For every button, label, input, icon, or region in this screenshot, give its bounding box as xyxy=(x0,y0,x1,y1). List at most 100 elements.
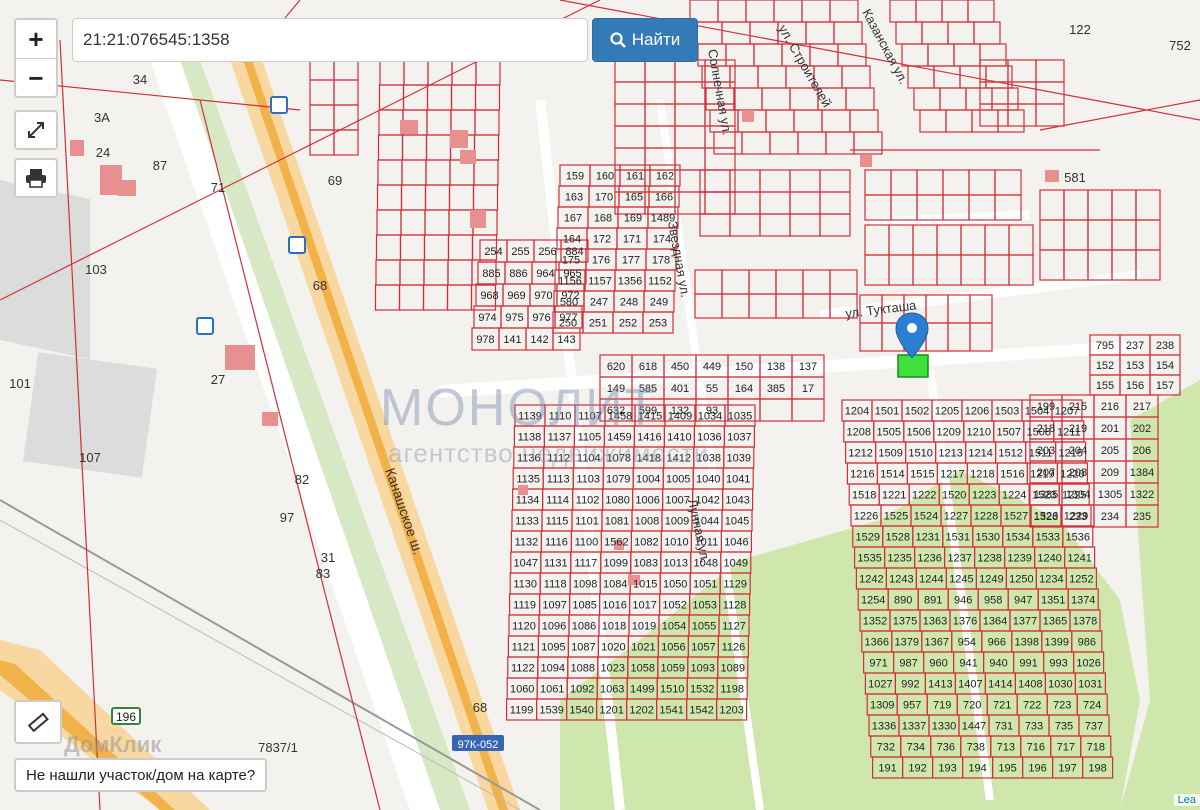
parcel-number: 192 xyxy=(908,763,926,775)
parcel-number: 1139 xyxy=(518,411,542,423)
parcel-number: 1351 xyxy=(1041,595,1065,607)
parcel-number: 247 xyxy=(590,297,608,309)
parcel-number: 1060 xyxy=(510,684,534,696)
parcel-number: 1516 xyxy=(1000,469,1024,481)
parcel-number: 1055 xyxy=(692,621,716,633)
parcel-number: 1510 xyxy=(908,448,932,460)
parcel-number: 1105 xyxy=(578,432,602,444)
parcel-number: 1035 xyxy=(728,411,752,423)
parcel-number: 1017 xyxy=(632,600,656,612)
parcel-number: 204 xyxy=(1069,445,1087,457)
parcel-number: 721 xyxy=(993,700,1011,712)
parcel-number: 1524 xyxy=(914,511,938,523)
parcel-number: 632 xyxy=(607,405,625,417)
parcel-number: 974 xyxy=(478,312,496,324)
parcel-number: 249 xyxy=(650,297,668,309)
parcel-number: 1352 xyxy=(863,616,887,628)
ruler-icon xyxy=(27,712,49,733)
parcel-number: 1227 xyxy=(944,511,968,523)
parcel-number: 1095 xyxy=(541,642,565,654)
parcel-number: 207 xyxy=(1037,467,1055,479)
parcel-number: 1507 xyxy=(997,427,1021,439)
parcel-number: 1323 xyxy=(1034,511,1058,523)
parcel-number: 1102 xyxy=(576,495,600,507)
parcel-number: 1008 xyxy=(635,516,659,528)
parcel-number: 161 xyxy=(626,171,644,183)
parcel-number: 237 xyxy=(1126,340,1144,352)
label-69: 69 xyxy=(328,173,342,188)
parcel-number: 1304 xyxy=(1066,489,1090,501)
parcel-number: 1228 xyxy=(974,511,998,523)
parcel-number: 201 xyxy=(1101,423,1119,435)
parcel-number: 176 xyxy=(592,255,610,267)
parcel-number: 152 xyxy=(1096,360,1114,372)
parcel-number: 969 xyxy=(507,290,525,302)
parcel-number: 1410 xyxy=(667,432,691,444)
parcel-number: 167 xyxy=(564,213,582,225)
parcel-number: 155 xyxy=(1096,380,1114,392)
parcel-number: 218 xyxy=(1037,423,1055,435)
print-button[interactable] xyxy=(14,158,58,198)
parcel-number: 150 xyxy=(735,361,753,373)
cadastral-search-input[interactable] xyxy=(72,18,588,62)
parcel-number: 734 xyxy=(907,742,925,754)
find-button[interactable]: Найти xyxy=(592,18,698,62)
parcel-number: 946 xyxy=(954,595,972,607)
map[interactable]: 196 97К-052 Канашское ш. ул. Тукташа ул.… xyxy=(0,0,1200,810)
parcel-number: 599 xyxy=(639,405,657,417)
parcel-number: 1100 xyxy=(575,537,599,549)
parcel-number: 450 xyxy=(671,361,689,373)
not-found-link[interactable]: Не нашли участок/дом на карте? xyxy=(14,758,268,792)
parcel-number: 1528 xyxy=(886,532,910,544)
parcel-number: 1047 xyxy=(514,558,538,570)
parcel-number: 1199 xyxy=(510,705,534,717)
parcel-number: 1009 xyxy=(665,516,689,528)
selected-parcel[interactable] xyxy=(897,354,929,378)
label-3a: 3А xyxy=(94,110,110,125)
parcel-number: 1506 xyxy=(907,427,931,439)
parcel-number: 1529 xyxy=(856,532,880,544)
parcel-number: 253 xyxy=(649,318,667,330)
parcel-number: 1218 xyxy=(970,469,994,481)
label-97: 97 xyxy=(280,510,294,525)
parcel-number: 1019 xyxy=(632,621,656,633)
parcel-number: 1120 xyxy=(512,621,536,633)
parcel-number: 1356 xyxy=(618,276,642,288)
parcel-number: 1502 xyxy=(905,406,929,418)
parcel-number: 1245 xyxy=(949,574,973,586)
parcel-number: 1562 xyxy=(604,537,628,549)
parcel-number: 1514 xyxy=(880,469,904,481)
parcel-number: 194 xyxy=(968,763,986,775)
zoom-in-button[interactable]: + xyxy=(16,20,56,59)
parcel-number: 1533 xyxy=(1036,532,1060,544)
parcel-number: 972 xyxy=(561,290,579,302)
parcel-number: 960 xyxy=(929,658,947,670)
parcel-number: 1085 xyxy=(572,600,596,612)
parcel-number: 1254 xyxy=(861,595,885,607)
parcel-number: 720 xyxy=(963,700,981,712)
parcel-number: 957 xyxy=(903,700,921,712)
expand-icon xyxy=(28,122,44,138)
zoom-out-button[interactable]: − xyxy=(16,59,56,97)
parcel-number: 1459 xyxy=(607,432,631,444)
fullscreen-button[interactable] xyxy=(14,110,58,150)
parcel-number: 153 xyxy=(1126,360,1144,372)
parcel-number: 733 xyxy=(1025,721,1043,733)
parcel-number: 1535 xyxy=(857,553,881,565)
parcel-number: 1059 xyxy=(661,663,685,675)
parcel-number: 987 xyxy=(899,658,917,670)
parcel-number: 255 xyxy=(511,246,529,258)
parcel-number: 1006 xyxy=(635,495,659,507)
attribution[interactable]: Lea xyxy=(1173,794,1200,806)
parcel-number: 940 xyxy=(989,658,1007,670)
parcel-number: 886 xyxy=(509,268,527,280)
measure-button[interactable] xyxy=(14,700,62,744)
parcel-number: 885 xyxy=(482,268,500,280)
parcel-number: 1045 xyxy=(725,516,749,528)
parcel-number: 138 xyxy=(767,361,785,373)
parcel-number: 1083 xyxy=(634,558,658,570)
parcel-number: 1050 xyxy=(663,579,687,591)
svg-text:196: 196 xyxy=(116,710,136,724)
parcel-number: 1098 xyxy=(573,579,597,591)
parcel-number: 975 xyxy=(505,312,523,324)
